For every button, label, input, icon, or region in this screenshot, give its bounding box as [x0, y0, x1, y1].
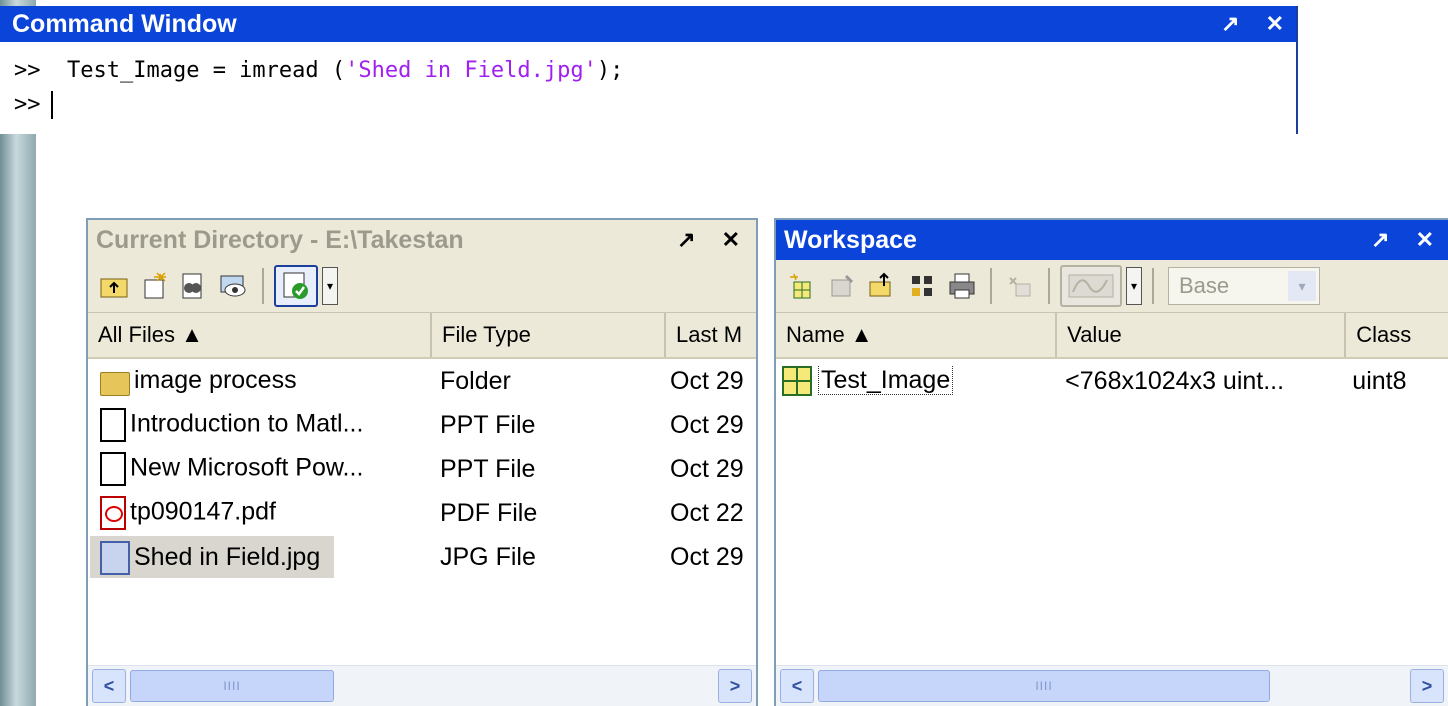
variable-list-header: Name ▲ Value Class: [776, 313, 1448, 359]
column-header-name[interactable]: Name ▲: [776, 313, 1058, 357]
file-name: Shed in Field.jpg: [134, 543, 321, 571]
workspace-title: Workspace: [784, 226, 917, 254]
command-window-titlebar: Command Window ↗ ✕: [0, 6, 1296, 42]
file-date: Oct 29: [670, 366, 744, 395]
delete-variable-icon[interactable]: [1002, 268, 1038, 304]
current-directory-title: Current Directory - E:\Takestan: [96, 226, 464, 254]
scrollbar-thumb[interactable]: IIII: [818, 670, 1270, 702]
column-header-file-type[interactable]: File Type: [432, 313, 666, 357]
find-files-icon[interactable]: [176, 268, 212, 304]
command-line: >> Test_Image = imread ('Shed in Field.j…: [14, 54, 1296, 88]
column-header-all-files[interactable]: All Files ▲: [88, 313, 432, 357]
command-prompt: >>: [14, 92, 41, 117]
file-date: Oct 22: [670, 498, 744, 527]
new-variable-icon[interactable]: [784, 268, 820, 304]
file-type: PPT File: [440, 454, 536, 483]
text-cursor: [50, 91, 53, 119]
command-code: Test_Image = imread (: [67, 58, 346, 83]
scroll-left-icon[interactable]: <: [92, 669, 126, 703]
file-list: image process Folder Oct 29 Introduction…: [88, 359, 756, 579]
current-directory-titlebar: Current Directory - E:\Takestan ↗ ✕: [88, 220, 756, 260]
reports-icon[interactable]: [274, 265, 318, 307]
document-icon: [100, 452, 126, 486]
variable-name: Test_Image: [818, 365, 954, 395]
file-name: tp090147.pdf: [130, 497, 276, 526]
column-header-last-modified[interactable]: Last M: [666, 313, 756, 357]
current-directory-panel: Current Directory - E:\Takestan ↗ ✕ ▾ Al…: [86, 218, 758, 706]
chevron-down-icon[interactable]: ▾: [1288, 271, 1316, 301]
workspace-toolbar: ▾ Base ▾: [776, 260, 1448, 313]
visdiff-icon[interactable]: [216, 268, 252, 304]
column-header-class[interactable]: Class: [1346, 313, 1448, 357]
workspace-titlebar: Workspace ↗ ✕: [776, 220, 1448, 260]
command-line-active[interactable]: >>: [14, 88, 1296, 122]
folder-icon: [100, 371, 130, 396]
command-window-title: Command Window: [12, 10, 237, 38]
command-input-area[interactable]: >> Test_Image = imread ('Shed in Field.j…: [0, 42, 1296, 122]
open-variable-icon[interactable]: [824, 268, 860, 304]
up-folder-icon[interactable]: [96, 268, 132, 304]
save-workspace-icon[interactable]: [904, 268, 940, 304]
document-icon: [100, 408, 126, 442]
file-type: PPT File: [440, 410, 536, 439]
reports-dropdown-arrow[interactable]: ▾: [322, 267, 338, 305]
plot-selection-icon[interactable]: [1060, 265, 1122, 307]
toolbar-separator: [1048, 268, 1050, 304]
image-file-icon: [100, 541, 130, 576]
command-code-end: );: [596, 58, 624, 83]
print-icon[interactable]: [944, 268, 980, 304]
toolbar-separator: [990, 268, 992, 304]
scroll-right-icon[interactable]: >: [1410, 669, 1444, 703]
toolbar-separator: [262, 268, 264, 304]
horizontal-scrollbar[interactable]: < IIII >: [776, 665, 1448, 706]
load-data-icon[interactable]: [864, 268, 900, 304]
stack-select[interactable]: Base ▾: [1168, 267, 1320, 305]
column-header-value[interactable]: Value: [1057, 313, 1347, 357]
file-row[interactable]: New Microsoft Pow... PPT File Oct 29: [88, 447, 756, 491]
close-icon[interactable]: ✕: [1416, 229, 1434, 251]
stack-select-value: Base: [1179, 273, 1230, 298]
file-name: Introduction to Matl...: [130, 409, 364, 438]
toolbar-separator: [1152, 268, 1154, 304]
file-row[interactable]: Introduction to Matl... PPT File Oct 29: [88, 403, 756, 447]
scroll-right-icon[interactable]: >: [718, 669, 752, 703]
scrollbar-thumb[interactable]: IIII: [130, 670, 334, 702]
undock-icon[interactable]: ↗: [677, 229, 695, 251]
undock-icon[interactable]: ↗: [1371, 229, 1389, 251]
workspace-panel: Workspace ↗ ✕ ▾ Base ▾ Name ▲ Value Clas…: [774, 218, 1448, 706]
pdf-icon: [100, 496, 126, 530]
file-name: New Microsoft Pow...: [130, 453, 364, 482]
file-type: Folder: [440, 366, 511, 395]
command-window: Command Window ↗ ✕ >> Test_Image = imrea…: [0, 6, 1298, 134]
variable-row[interactable]: Test_Image <768x1024x3 uint... uint8: [776, 359, 1448, 403]
matrix-variable-icon: [782, 366, 812, 397]
variable-list: Test_Image <768x1024x3 uint... uint8: [776, 359, 1448, 403]
file-date: Oct 29: [670, 410, 744, 439]
file-type: PDF File: [440, 498, 538, 527]
close-icon[interactable]: ✕: [722, 229, 740, 251]
file-name: image process: [134, 366, 297, 395]
undock-icon[interactable]: ↗: [1221, 13, 1239, 35]
command-string-literal: 'Shed in Field.jpg': [345, 58, 597, 83]
file-date: Oct 29: [670, 542, 744, 571]
command-prompt: >>: [14, 58, 41, 83]
current-directory-toolbar: ▾: [88, 260, 756, 313]
new-file-icon[interactable]: [136, 268, 172, 304]
file-row-selected[interactable]: Shed in Field.jpg JPG File Oct 29: [88, 535, 756, 579]
file-row[interactable]: image process Folder Oct 29: [88, 359, 756, 403]
file-date: Oct 29: [670, 454, 744, 483]
close-icon[interactable]: ✕: [1266, 13, 1284, 35]
scroll-left-icon[interactable]: <: [780, 669, 814, 703]
variable-value: <768x1024x3 uint...: [1065, 366, 1285, 395]
variable-class: uint8: [1352, 366, 1407, 395]
file-list-header: All Files ▲ File Type Last M: [88, 313, 756, 359]
plot-dropdown-arrow[interactable]: ▾: [1126, 267, 1142, 305]
file-type: JPG File: [440, 542, 536, 571]
file-row[interactable]: tp090147.pdf PDF File Oct 22: [88, 491, 756, 535]
horizontal-scrollbar[interactable]: < IIII >: [88, 665, 756, 706]
